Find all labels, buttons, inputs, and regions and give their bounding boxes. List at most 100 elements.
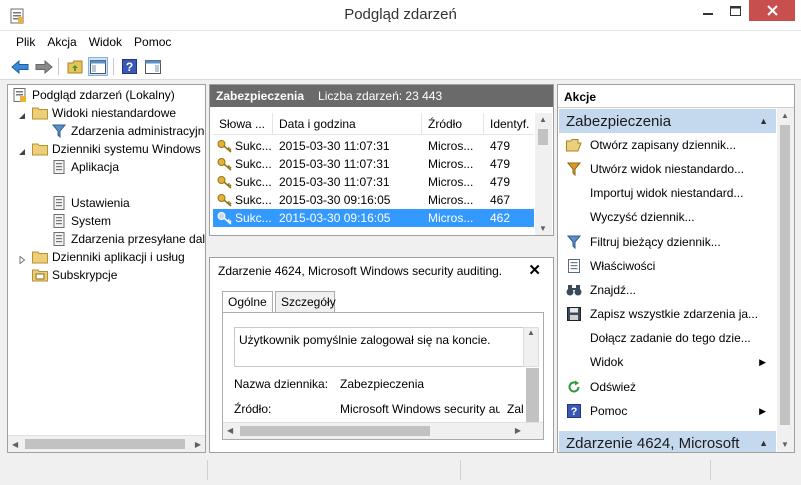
log-name-value: Zabezpieczenia [340,377,425,391]
forward-button[interactable] [34,57,54,76]
help-button[interactable]: ? [119,57,139,76]
message-scrollbar[interactable]: ▲ [523,327,539,367]
action-import-custom-view[interactable]: Importuj widok niestandard... [558,181,776,205]
event-list-vertical-scrollbar[interactable]: ▲ ▼ [535,113,552,235]
show-hide-action-pane-button[interactable] [143,57,163,76]
menu-view[interactable]: Widok [83,33,128,51]
properties-icon [566,258,582,274]
show-hide-console-tree-button[interactable] [88,57,108,76]
table-row[interactable]: Sukc... 2015-03-30 11:07:31 Micros... 47… [213,173,534,191]
binoculars-icon [566,282,582,298]
collapse-up-icon[interactable]: ▲ [759,116,768,126]
table-row-selected[interactable]: Sukc... 2015-03-30 09:16:05 Micros... 46… [213,209,534,227]
tree-root[interactable]: Podgląd zdarzeń (Lokalny) [12,86,175,104]
action-save-all-events[interactable]: Zapisz wszystkie zdarzenia ja... [558,302,776,326]
log-name: Zabezpieczenia [216,89,305,103]
scroll-thumb[interactable] [780,125,790,425]
scroll-down-icon[interactable]: ▼ [781,440,789,449]
scroll-right-icon[interactable]: ▶ [195,440,201,449]
tree-label: Dzienniki systemu Windows [52,142,201,156]
help-icon: ? [566,403,582,419]
tab-details[interactable]: Szczegóły [275,291,336,313]
subscriptions-icon [32,267,48,283]
actions-vertical-scrollbar[interactable]: ▲ ▼ [777,108,794,452]
column-event-id[interactable]: Identyf. [484,113,534,135]
action-clear-log[interactable]: Wyczyść dziennik... [558,205,776,229]
menu-help[interactable]: Pomoc [128,33,177,51]
event-detail-pane: Zdarzenie 4624, Microsoft Windows securi… [209,257,554,453]
menu-action[interactable]: Akcja [41,33,82,51]
panel-horizontal-scrollbar[interactable]: ◀ ▶ [223,422,543,439]
event-message[interactable]: Użytkownik pomyślnie zalogował się na ko… [234,327,524,367]
event-list-header: Zabezpieczenia Liczba zdarzeń: 23 443 [210,85,553,107]
tree-horizontal-scrollbar[interactable]: ◀ ▶ [8,435,205,452]
action-open-saved-log[interactable]: Otwórz zapisany dziennik... [558,133,776,157]
scroll-up-icon[interactable]: ▲ [527,328,535,337]
event-list-columns: Słowa ... Data i godzina Źródło Identyf. [213,113,534,135]
expand-down-icon[interactable] [18,109,26,119]
action-help[interactable]: ? Pomoc ▶ [558,399,776,423]
panel-scroll-thumb[interactable] [526,368,539,428]
menu-file[interactable]: Plik [10,33,41,51]
tree-label: Subskrypcje [52,268,118,282]
action-filter-current-log[interactable]: Filtruj bieżący dziennik... [558,230,776,254]
maximize-button[interactable] [722,0,749,21]
up-folder-button[interactable] [65,57,85,76]
event-detail-title: Zdarzenie 4624, Microsoft Windows securi… [218,264,503,278]
console-tree: Podgląd zdarzeń (Lokalny) Widoki niestan… [7,84,206,453]
action-find[interactable]: Znajdź... [558,278,776,302]
action-attach-task[interactable]: Dołącz zadanie do tego dzie... [558,326,776,350]
tree-admin-events[interactable]: Zdarzenia administracyjne [51,122,206,140]
tree-system[interactable]: System [51,212,111,230]
scroll-thumb[interactable] [538,129,548,145]
tree-forwarded-events[interactable]: Zdarzenia przesyłane dalej [51,230,206,248]
action-create-custom-view[interactable]: Utwórz widok niestandardo... [558,157,776,181]
action-refresh[interactable]: Odśwież [558,375,776,399]
tree-app-services-logs[interactable]: Dzienniki aplikacji i usług [18,248,185,266]
scroll-right-icon[interactable]: ▶ [515,426,521,435]
table-row[interactable]: Sukc... 2015-03-30 11:07:31 Micros... 47… [213,137,534,155]
scroll-up-icon[interactable]: ▲ [781,111,789,120]
actions-section-event[interactable]: Zdarzenie 4624, Microsoft ▲ [559,431,776,452]
event-list-pane: Zabezpieczenia Liczba zdarzeń: 23 443 Sł… [209,84,554,236]
tab-general[interactable]: Ogólne [222,291,273,314]
scroll-thumb[interactable] [25,439,185,449]
expand-down-icon[interactable] [18,145,26,155]
minimize-button[interactable] [694,0,722,21]
scroll-left-icon[interactable]: ◀ [12,440,18,449]
tree-application[interactable]: Aplikacja [51,158,119,176]
log-icon [51,195,67,211]
tree-windows-logs[interactable]: Dzienniki systemu Windows [18,140,201,158]
scroll-up-icon[interactable]: ▲ [539,115,547,124]
column-source[interactable]: Źródło [422,113,484,135]
close-button[interactable] [749,0,795,21]
column-keywords[interactable]: Słowa ... [213,113,273,135]
action-view[interactable]: Widok ▶ [558,350,776,374]
collapse-up-icon[interactable]: ▲ [759,438,768,448]
tree-setup[interactable]: Ustawienia [51,194,130,212]
folder-icon [32,249,48,265]
submenu-arrow-icon: ▶ [759,356,766,367]
log-icon [51,213,67,229]
event-viewer-icon [12,87,28,103]
scroll-left-icon[interactable]: ◀ [227,426,233,435]
actions-section-security[interactable]: Zabezpieczenia ▲ [559,109,776,133]
back-arrow-icon [11,59,29,74]
tree-subscriptions[interactable]: Subskrypcje [32,266,117,284]
tree-label: Zdarzenia przesyłane dalej [71,232,206,246]
tree-label: Widoki niestandardowe [52,106,177,120]
table-row[interactable]: Sukc... 2015-03-30 11:07:31 Micros... 47… [213,155,534,173]
scroll-thumb[interactable] [240,426,430,436]
scroll-down-icon[interactable]: ▼ [539,224,547,233]
tree-label: Zdarzenia administracyjne [71,124,206,138]
expand-right-icon[interactable] [18,253,26,265]
audit-success-key-icon [217,139,233,153]
table-row[interactable]: Sukc... 2015-03-30 09:16:05 Micros... 46… [213,191,534,209]
filter-icon [566,234,582,250]
column-datetime[interactable]: Data i godzina [273,113,422,135]
close-detail-icon[interactable]: ✕ [528,261,541,279]
tree-label: System [71,214,112,228]
tree-custom-views[interactable]: Widoki niestandardowe [18,104,176,122]
action-properties[interactable]: Właściwości [558,254,776,278]
back-button[interactable] [10,57,30,76]
